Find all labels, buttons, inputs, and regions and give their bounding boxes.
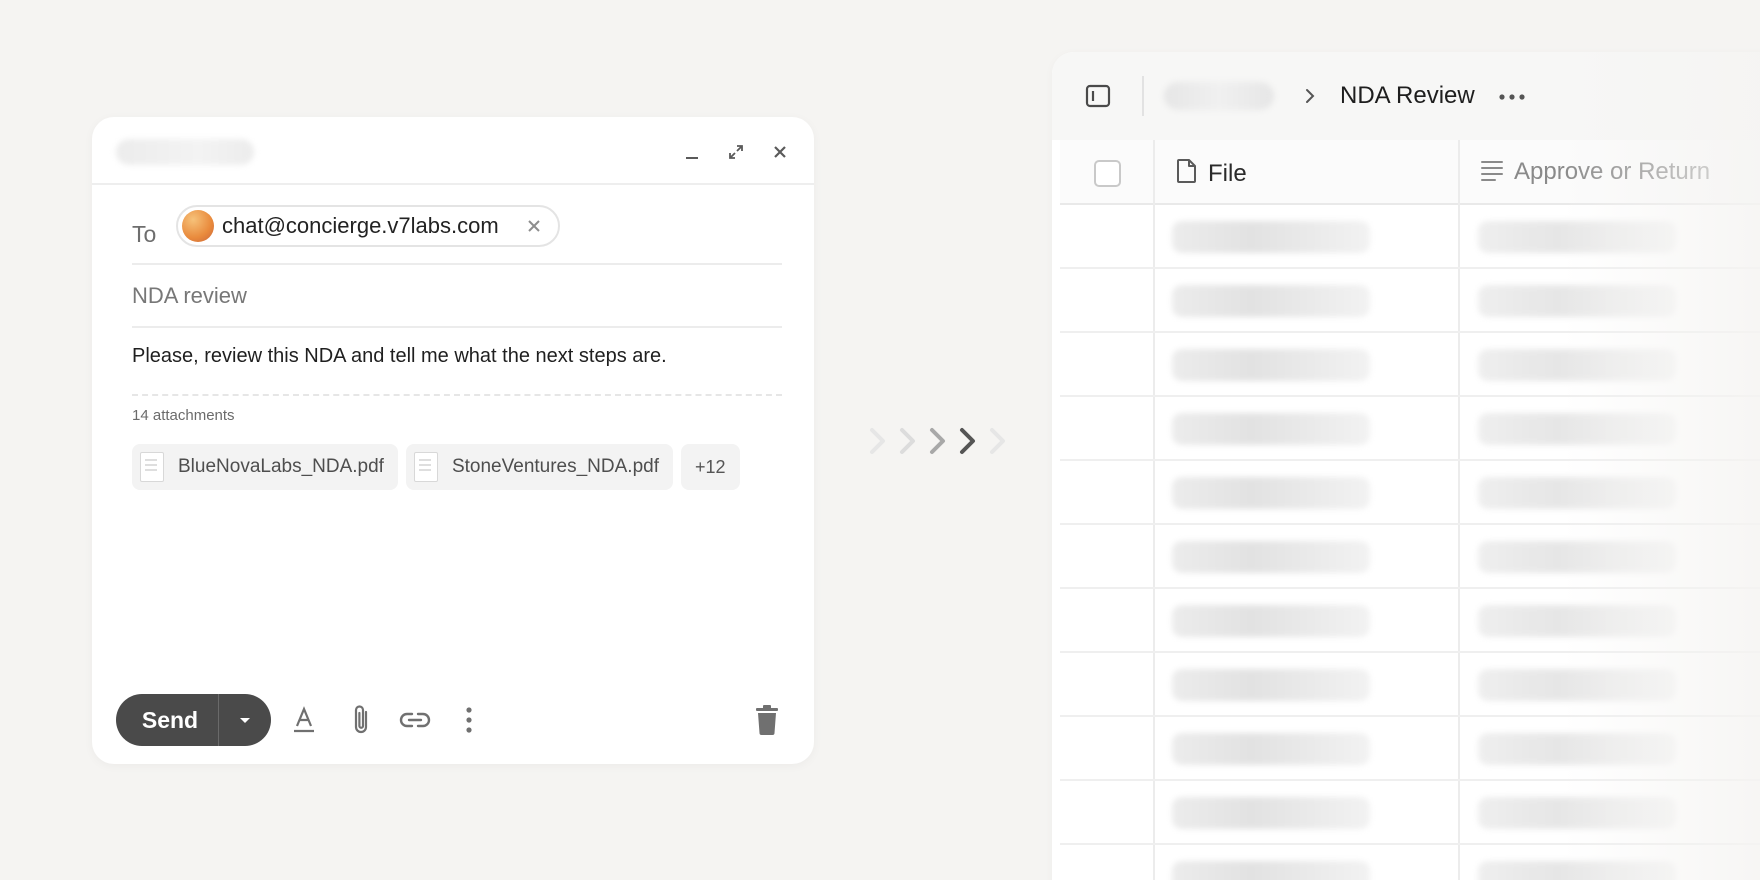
loading-placeholder — [1172, 349, 1370, 381]
subject-field[interactable]: NDA review — [132, 265, 782, 328]
loading-placeholder — [1172, 797, 1370, 829]
attachment-chip[interactable]: BlueNovaLabs_NDA.pdf — [132, 444, 398, 490]
subject-text: NDA review — [132, 283, 247, 308]
toolbar-divider — [1142, 76, 1144, 116]
expand-icon[interactable] — [721, 137, 751, 167]
chevron-right-icon — [894, 425, 920, 457]
text-lines-icon — [1480, 159, 1504, 186]
recipient-field[interactable]: To chat@concierge.v7labs.com — [132, 201, 782, 265]
loading-placeholder — [1478, 285, 1676, 317]
attachment-name: BlueNovaLabs_NDA.pdf — [178, 456, 384, 477]
compose-toolbar: Send — [116, 694, 790, 746]
loading-placeholder — [1478, 605, 1676, 637]
more-vertical-icon[interactable] — [451, 702, 487, 738]
avatar — [182, 210, 214, 242]
attachment-chip[interactable]: StoneVentures_NDA.pdf — [405, 444, 673, 490]
loading-placeholder — [1478, 349, 1676, 381]
more-attachments-button[interactable]: +12 — [681, 444, 740, 490]
table-row[interactable] — [1060, 717, 1760, 781]
file-icon — [1176, 158, 1198, 189]
loading-placeholder — [1172, 733, 1370, 765]
send-label: Send — [141, 706, 199, 733]
data-table: File Approve or Return — [1060, 140, 1760, 880]
flow-arrows — [864, 425, 1010, 457]
loading-placeholder — [1478, 541, 1676, 573]
sidebar-toggle-icon[interactable] — [1084, 82, 1112, 110]
table-row[interactable] — [1060, 781, 1760, 845]
chevron-right-icon — [924, 425, 950, 457]
compose-title-placeholder — [116, 139, 254, 165]
column-label: File — [1208, 159, 1247, 187]
table-row[interactable] — [1060, 205, 1760, 269]
table-rows — [1060, 205, 1760, 880]
table-row[interactable] — [1060, 269, 1760, 333]
loading-placeholder — [1478, 733, 1676, 765]
chevron-right-icon — [864, 425, 890, 457]
loading-placeholder — [1172, 669, 1370, 701]
loading-placeholder — [1172, 477, 1370, 509]
loading-placeholder — [1478, 797, 1676, 829]
compose-header — [92, 117, 814, 185]
select-all-checkbox[interactable] — [1094, 160, 1121, 187]
table-row[interactable] — [1060, 845, 1760, 880]
table-row[interactable] — [1060, 653, 1760, 717]
link-icon[interactable] — [397, 702, 433, 738]
pdf-file-icon — [413, 452, 438, 482]
loading-placeholder — [1478, 861, 1676, 880]
text-format-icon[interactable] — [286, 702, 322, 738]
table-row[interactable] — [1060, 461, 1760, 525]
loading-placeholder — [1478, 477, 1676, 509]
table-row[interactable] — [1060, 525, 1760, 589]
caret-down-icon[interactable] — [219, 715, 271, 725]
recipient-chip[interactable]: chat@concierge.v7labs.com — [176, 205, 560, 247]
loading-placeholder — [1478, 413, 1676, 445]
trash-icon[interactable] — [749, 702, 785, 738]
loading-placeholder — [1478, 221, 1676, 253]
attachment-name: StoneVentures_NDA.pdf — [451, 456, 659, 477]
loading-placeholder — [1172, 541, 1370, 573]
table-panel: NDA Review File Approve or Return — [1052, 52, 1760, 880]
loading-placeholder — [1172, 861, 1370, 880]
chevron-right-icon — [1300, 86, 1320, 106]
table-row[interactable] — [1060, 589, 1760, 653]
message-body[interactable]: Please, review this NDA and tell me what… — [132, 345, 667, 368]
send-button[interactable]: Send — [116, 694, 271, 746]
loading-placeholder — [1172, 413, 1370, 445]
divider — [132, 394, 782, 396]
loading-placeholder — [1172, 605, 1370, 637]
loading-placeholder — [1172, 221, 1370, 253]
table-row[interactable] — [1060, 397, 1760, 461]
loading-placeholder — [1478, 669, 1676, 701]
paperclip-icon[interactable] — [343, 702, 379, 738]
page-title[interactable]: NDA Review — [1340, 82, 1475, 110]
recipient-email: chat@concierge.v7labs.com — [222, 213, 499, 238]
chevron-right-icon — [954, 425, 980, 457]
column-header-approve-or-return[interactable]: Approve or Return — [1480, 158, 1710, 186]
remove-recipient-icon[interactable] — [524, 216, 544, 236]
column-header-file[interactable]: File — [1176, 158, 1247, 189]
minimize-icon[interactable] — [677, 137, 707, 167]
breadcrumb-parent-placeholder[interactable] — [1164, 82, 1274, 110]
close-icon[interactable] — [765, 137, 795, 167]
table-header: File Approve or Return — [1060, 140, 1760, 205]
table-row[interactable] — [1060, 333, 1760, 397]
more-horizontal-icon[interactable] — [1496, 86, 1528, 108]
attachments-count: 14 attachments — [132, 407, 235, 424]
to-label: To — [132, 221, 157, 247]
pdf-file-icon — [140, 452, 164, 482]
panel-toolbar: NDA Review — [1052, 52, 1760, 140]
attachments-list: BlueNovaLabs_NDA.pdf StoneVentures_NDA.p… — [132, 444, 740, 490]
column-label: Approve or Return — [1514, 158, 1711, 185]
compose-window: To chat@concierge.v7labs.com NDA review … — [92, 117, 814, 764]
loading-placeholder — [1172, 285, 1370, 317]
chevron-right-icon — [984, 425, 1010, 457]
